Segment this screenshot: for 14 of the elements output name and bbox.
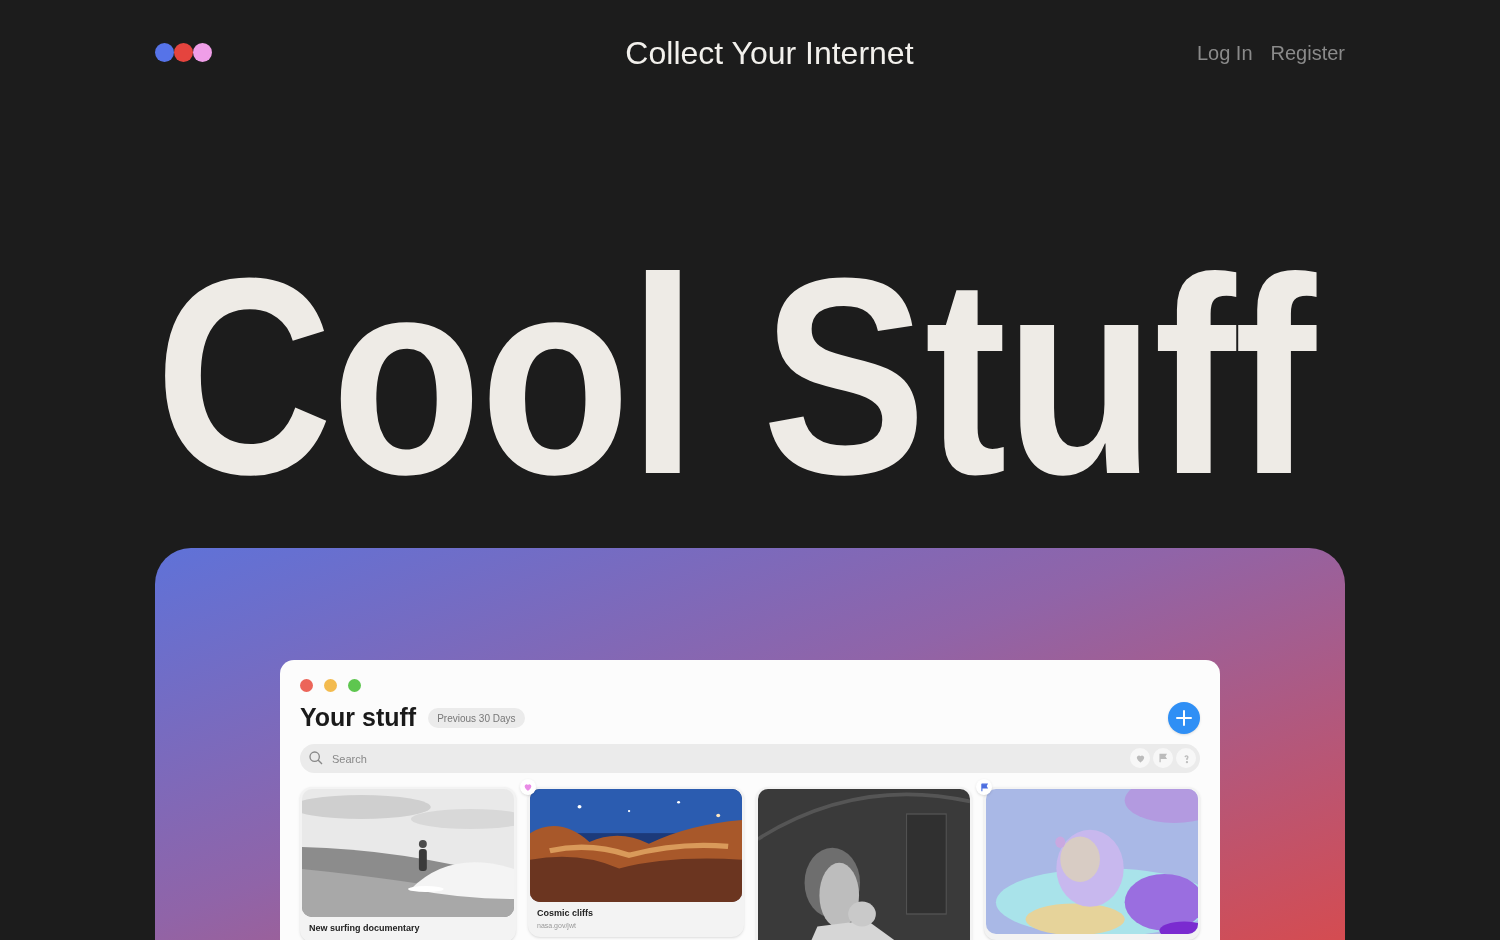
card-title: New surfing documentary: [308, 922, 421, 935]
card-title: Cosmic cliffs: [536, 907, 595, 920]
search-field[interactable]: Search: [300, 744, 1200, 773]
nav-link[interactable]: Log In: [1196, 37, 1253, 68]
add-button[interactable]: [1168, 702, 1200, 734]
search-icon: [308, 750, 324, 766]
bookmark-card[interactable]: New surfing documentary: [300, 787, 516, 940]
logo-icon[interactable]: [155, 43, 212, 62]
nav-link[interactable]: Register: [1270, 37, 1345, 68]
plus-icon: [1176, 710, 1192, 726]
date-filter[interactable]: Previous 30 Days: [428, 708, 525, 728]
window-title: Your stuff: [300, 702, 417, 734]
site-title: Collect Your Internet: [625, 33, 914, 73]
hero-heading: Cool Stuff: [155, 236, 1315, 516]
